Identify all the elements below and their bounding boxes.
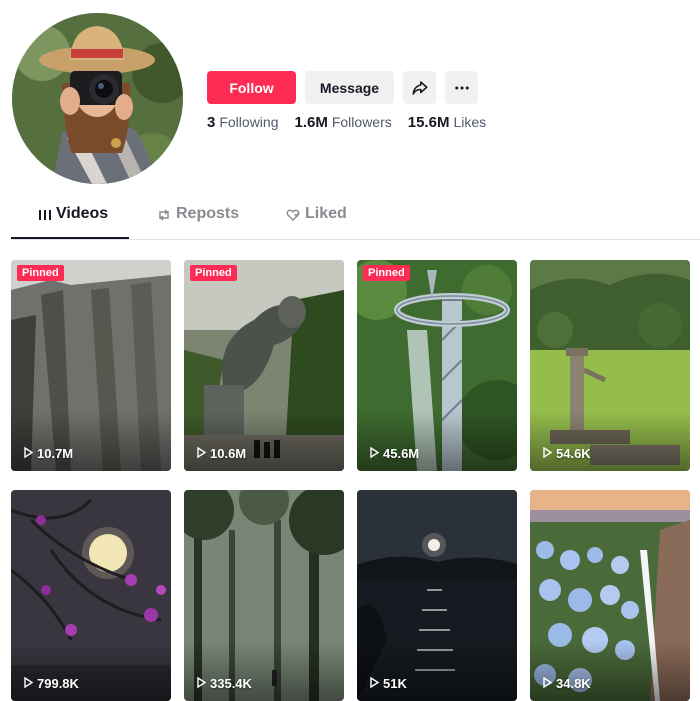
following-label: Following: [219, 114, 279, 130]
view-count: 10.6M: [196, 446, 246, 461]
tab-liked[interactable]: Liked: [286, 205, 347, 238]
following-count: 3: [207, 114, 216, 131]
followers-stat[interactable]: 1.6M Followers: [294, 114, 391, 131]
video-card[interactable]: Pinned 45.6M: [357, 260, 517, 471]
followers-label: Followers: [331, 114, 392, 130]
tab-reposts-label: Reposts: [176, 205, 240, 222]
play-icon: [196, 676, 207, 691]
video-card[interactable]: 34.8K: [530, 490, 690, 701]
pinned-badge: Pinned: [17, 265, 64, 281]
profile-tabs: Videos Reposts Liked: [11, 205, 700, 240]
play-icon: [542, 446, 553, 461]
follow-button[interactable]: Follow: [207, 71, 296, 104]
video-card[interactable]: 799.8K: [11, 490, 171, 701]
message-button[interactable]: Message: [305, 71, 394, 104]
likes-count: 15.6M: [407, 114, 450, 131]
video-card[interactable]: 54.6K: [530, 260, 690, 471]
view-count: 34.8K: [542, 676, 591, 691]
likes-stat: 15.6M Likes: [408, 114, 486, 131]
video-card[interactable]: Pinned 10.6M: [184, 260, 344, 471]
pinned-badge: Pinned: [190, 265, 237, 281]
play-icon: [23, 676, 34, 691]
video-card[interactable]: 51K: [357, 490, 517, 701]
pinned-badge: Pinned: [363, 265, 410, 281]
play-icon: [369, 676, 380, 691]
heart-icon: [286, 205, 300, 225]
grid-icon: [39, 205, 51, 225]
view-count: 799.8K: [23, 676, 79, 691]
tab-videos[interactable]: Videos: [39, 205, 108, 238]
active-tab-indicator: [11, 237, 129, 239]
repost-icon: [157, 205, 171, 225]
share-icon: [411, 79, 429, 97]
video-card[interactable]: 335.4K: [184, 490, 344, 701]
more-icon: [453, 79, 471, 97]
play-icon: [369, 446, 380, 461]
profile-actions: Follow Message: [207, 71, 478, 104]
more-options-button[interactable]: [445, 71, 478, 104]
play-icon: [196, 446, 207, 461]
following-stat[interactable]: 3 Following: [207, 114, 278, 131]
play-icon: [542, 676, 553, 691]
video-card[interactable]: Pinned 10.7M: [11, 260, 171, 471]
share-button[interactable]: [403, 71, 436, 104]
profile-avatar[interactable]: [12, 13, 183, 184]
tab-reposts[interactable]: Reposts: [157, 205, 239, 238]
play-icon: [23, 446, 34, 461]
view-count: 45.6M: [369, 446, 419, 461]
profile-stats: 3 Following 1.6M Followers 15.6M Likes: [207, 114, 486, 131]
view-count: 335.4K: [196, 676, 252, 691]
view-count: 54.6K: [542, 446, 591, 461]
tab-videos-label: Videos: [56, 205, 109, 222]
likes-label: Likes: [453, 114, 487, 130]
tab-liked-label: Liked: [305, 205, 347, 222]
followers-count: 1.6M: [294, 114, 328, 131]
view-count: 10.7M: [23, 446, 73, 461]
view-count: 51K: [369, 676, 407, 691]
